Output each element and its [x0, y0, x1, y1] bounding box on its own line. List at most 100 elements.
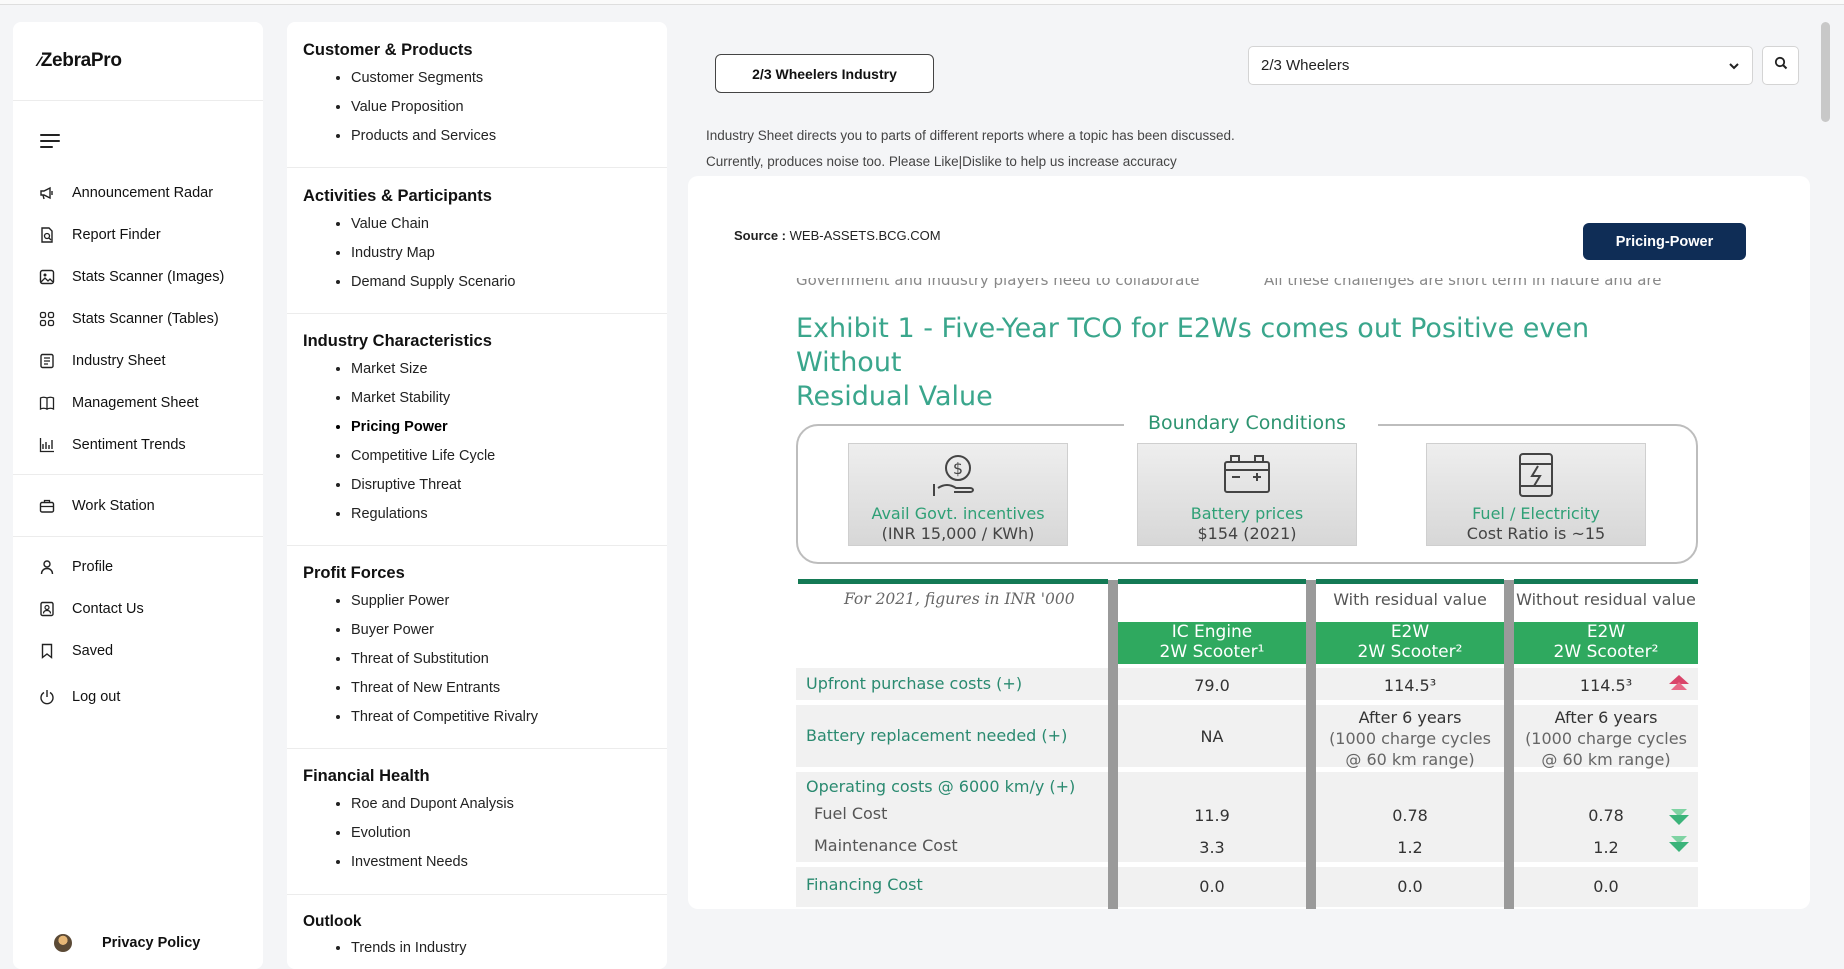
- sidebar-item-label: Work Station: [72, 498, 155, 514]
- column-header-e2w-without: E2W 2W Scooter²: [1514, 622, 1698, 664]
- browser-top-edge: [0, 0, 1844, 5]
- topic-item[interactable]: Disruptive Threat: [351, 475, 495, 504]
- sidebar-item-label: Contact Us: [72, 601, 144, 617]
- topic-item[interactable]: Demand Supply Scenario: [351, 272, 515, 301]
- section-divider: [287, 545, 667, 546]
- sidebar-item-sentiment-trends[interactable]: Sentiment Trends: [38, 433, 186, 457]
- sidebar-item-stats-scanner-images[interactable]: Stats Scanner (Images): [38, 265, 224, 289]
- sidebar-item-profile[interactable]: Profile: [38, 555, 113, 579]
- sidebar-divider: [13, 536, 263, 537]
- section-divider: [287, 894, 667, 895]
- tile-govt-incentives: $ Avail Govt. incentives (INR 15,000 / K…: [848, 443, 1068, 546]
- boundary-conditions-title: Boundary Conditions: [1147, 412, 1347, 434]
- pricing-power-tag-button[interactable]: Pricing-Power: [1583, 223, 1746, 260]
- source-label: Source :: [734, 228, 787, 243]
- exhibit-image: Government and industry players need to …: [796, 278, 1716, 909]
- source-value[interactable]: WEB-ASSETS.BCG.COM: [790, 228, 941, 243]
- topic-section-title: Customer & Products: [303, 41, 473, 59]
- info-text-1: Industry Sheet directs you to parts of d…: [706, 128, 1235, 143]
- topic-item[interactable]: Evolution: [351, 823, 514, 852]
- topic-section-title: Industry Characteristics: [303, 332, 492, 350]
- topic-item[interactable]: Buyer Power: [351, 620, 538, 649]
- section-divider: [287, 748, 667, 749]
- avatar[interactable]: [54, 934, 72, 952]
- sidebar-item-contact-us[interactable]: Contact Us: [38, 597, 144, 621]
- topic-item[interactable]: Roe and Dupont Analysis: [351, 794, 514, 823]
- topic-item[interactable]: Products and Services: [351, 126, 496, 155]
- contact-icon: [38, 600, 56, 618]
- tile-battery-prices: Battery prices $154 (2021): [1137, 443, 1357, 546]
- sidebar-item-report-finder[interactable]: Report Finder: [38, 223, 161, 247]
- sidebar-item-announcement-radar[interactable]: Announcement Radar: [38, 181, 213, 205]
- power-icon: [38, 688, 56, 706]
- column-header-ic-engine: IC Engine 2W Scooter¹: [1118, 622, 1306, 664]
- privacy-policy-link[interactable]: Privacy Policy: [54, 934, 200, 952]
- sidebar-item-saved[interactable]: Saved: [38, 639, 113, 663]
- topic-section-title: Activities & Participants: [303, 187, 492, 205]
- topic-item[interactable]: Investment Needs: [351, 852, 514, 881]
- info-text-2: Currently, produces noise too. Please Li…: [706, 154, 1177, 169]
- topic-section-title: Outlook: [303, 913, 362, 930]
- cut-off-text-right: All these challenges are short term in n…: [1264, 278, 1662, 288]
- coin-hand-icon: $: [930, 450, 986, 504]
- app-logo[interactable]: ⁄⁄ ZebraPro: [38, 50, 122, 72]
- sidebar-item-label: Management Sheet: [72, 395, 199, 411]
- topic-item[interactable]: Value Proposition: [351, 97, 496, 126]
- sidebar-item-management-sheet[interactable]: Management Sheet: [38, 391, 199, 415]
- cut-off-text-left: Government and industry players need to …: [796, 278, 1200, 288]
- document-search-icon: [38, 226, 56, 244]
- sidebar-item-log-out[interactable]: Log out: [38, 685, 120, 709]
- bookmark-icon: [38, 642, 56, 660]
- up-arrow-icon: [1669, 675, 1689, 690]
- industry-button[interactable]: 2/3 Wheelers Industry: [715, 54, 934, 93]
- sidebar-item-label: Saved: [72, 643, 114, 659]
- topic-item-active[interactable]: Pricing Power: [351, 417, 495, 446]
- column-divider: [1108, 580, 1118, 909]
- topic-item[interactable]: Threat of Substitution: [351, 649, 538, 678]
- sidebar-item-label: Announcement Radar: [72, 185, 214, 201]
- industry-select-value: 2/3 Wheelers: [1261, 57, 1350, 74]
- sidebar-item-work-station[interactable]: Work Station: [38, 494, 155, 518]
- zebra-logo-icon: ⁄⁄: [38, 53, 40, 69]
- page-scrollbar[interactable]: [1821, 22, 1830, 122]
- sidebar-divider: [13, 100, 263, 101]
- topic-item[interactable]: Trends in Industry: [351, 938, 467, 967]
- topic-item[interactable]: Market Stability: [351, 388, 495, 417]
- topic-item[interactable]: Competitive Life Cycle: [351, 446, 495, 475]
- figures-note: For 2021, figures in INR '000: [844, 590, 1075, 608]
- row-label-maintenance: Maintenance Cost: [814, 836, 958, 855]
- topic-item[interactable]: Threat of Competitive Rivalry: [351, 707, 538, 736]
- sidebar-item-industry-sheet[interactable]: Industry Sheet: [38, 349, 166, 373]
- column-divider: [1306, 580, 1316, 909]
- down-arrow-icon: [1669, 836, 1689, 852]
- result-card: Source : WEB-ASSETS.BCG.COM Pricing-Powe…: [688, 176, 1810, 909]
- menu-toggle-icon[interactable]: [40, 134, 60, 148]
- topic-item[interactable]: Market Size: [351, 359, 495, 388]
- topic-section-title: Profit Forces: [303, 564, 405, 582]
- column-header-e2w-with: E2W 2W Scooter²: [1316, 622, 1504, 664]
- sidebar-item-label: Stats Scanner (Images): [72, 269, 225, 285]
- search-button[interactable]: [1762, 46, 1799, 85]
- section-divider: [287, 167, 667, 168]
- sidebar-item-label: Industry Sheet: [72, 353, 166, 369]
- row-label-fuel: Fuel Cost: [814, 804, 888, 823]
- tile-fuel-electricity: Fuel / Electricity Cost Ratio is ~15: [1426, 443, 1646, 546]
- source-line: Source : WEB-ASSETS.BCG.COM: [734, 228, 941, 243]
- industry-select[interactable]: 2/3 Wheelers: [1248, 46, 1753, 85]
- topic-item[interactable]: Industry Map: [351, 243, 515, 272]
- sidebar-item-stats-scanner-tables[interactable]: Stats Scanner (Tables): [38, 307, 219, 331]
- row-label-operating: Operating costs @ 6000 km/y (+): [806, 777, 1076, 796]
- exhibit-title: Exhibit 1 - Five-Year TCO for E2Ws comes…: [796, 313, 1590, 412]
- fuel-barrel-icon: [1508, 450, 1564, 504]
- topic-item[interactable]: Threat of New Entrants: [351, 678, 538, 707]
- topic-item[interactable]: Regulations: [351, 504, 495, 533]
- row-label-financing: Financing Cost: [806, 875, 923, 894]
- topic-item[interactable]: Value Chain: [351, 214, 515, 243]
- topic-item[interactable]: Customer Segments: [351, 68, 496, 97]
- topics-panel: Customer & Products Customer Segments Va…: [287, 22, 667, 969]
- topic-item[interactable]: Supplier Power: [351, 591, 538, 620]
- row-label-upfront: Upfront purchase costs (+): [806, 674, 1023, 693]
- logo-text: ZebraPro: [40, 50, 122, 71]
- sidebar-item-label: Report Finder: [72, 227, 161, 243]
- sidebar-item-label: Sentiment Trends: [72, 437, 186, 453]
